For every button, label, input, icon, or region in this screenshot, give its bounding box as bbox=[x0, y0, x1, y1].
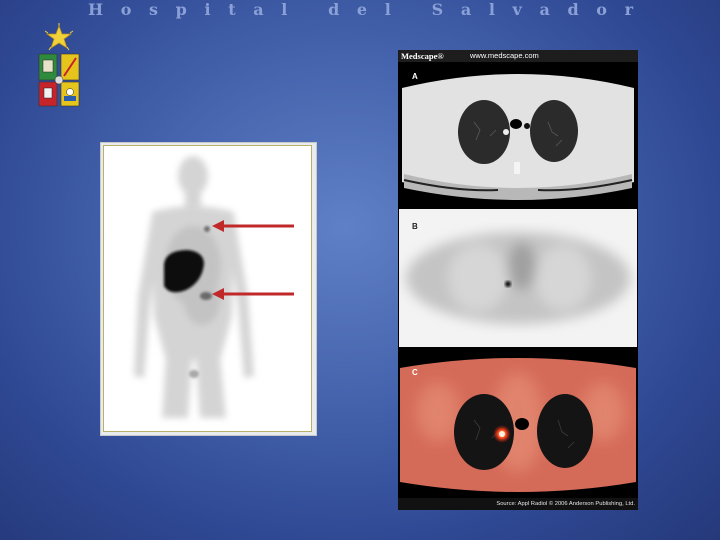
ct-scan-image bbox=[398, 62, 638, 204]
whole-body-scan-frame bbox=[103, 145, 312, 432]
panel-label-b: B bbox=[412, 222, 418, 231]
petct-panel-c: C bbox=[398, 352, 638, 498]
panel-label-c: C bbox=[412, 368, 418, 377]
medscape-source-credit: Source: Appl Radiol © 2006 Anderson Publ… bbox=[398, 498, 638, 510]
university-crest-logo bbox=[36, 22, 82, 110]
whole-body-scan-icon bbox=[134, 156, 294, 418]
whole-body-scan-card bbox=[100, 142, 317, 436]
slide-title-label: Hospital del Salvador bbox=[88, 0, 634, 19]
medscape-header: Medscape® www.medscape.com bbox=[398, 50, 638, 62]
slide-title: Hospital del Salvador bbox=[80, 0, 640, 22]
university-crest-icon bbox=[38, 23, 80, 107]
ct-panel-a: A bbox=[398, 62, 638, 204]
panel-label-a: A bbox=[412, 72, 418, 81]
medscape-url[interactable]: www.medscape.com bbox=[470, 50, 539, 62]
petct-fusion-image bbox=[398, 352, 638, 498]
pet-panel-b: B bbox=[398, 208, 638, 348]
source-credit-text: Source: Appl Radiol © 2006 Anderson Publ… bbox=[496, 501, 635, 507]
slide-title-text: Hospital del Salvador bbox=[88, 0, 634, 19]
pet-scan-image bbox=[398, 208, 638, 348]
medscape-brand: Medscape® bbox=[401, 51, 444, 61]
medscape-figure: Medscape® www.medscape.com A B C Source:… bbox=[398, 50, 638, 510]
